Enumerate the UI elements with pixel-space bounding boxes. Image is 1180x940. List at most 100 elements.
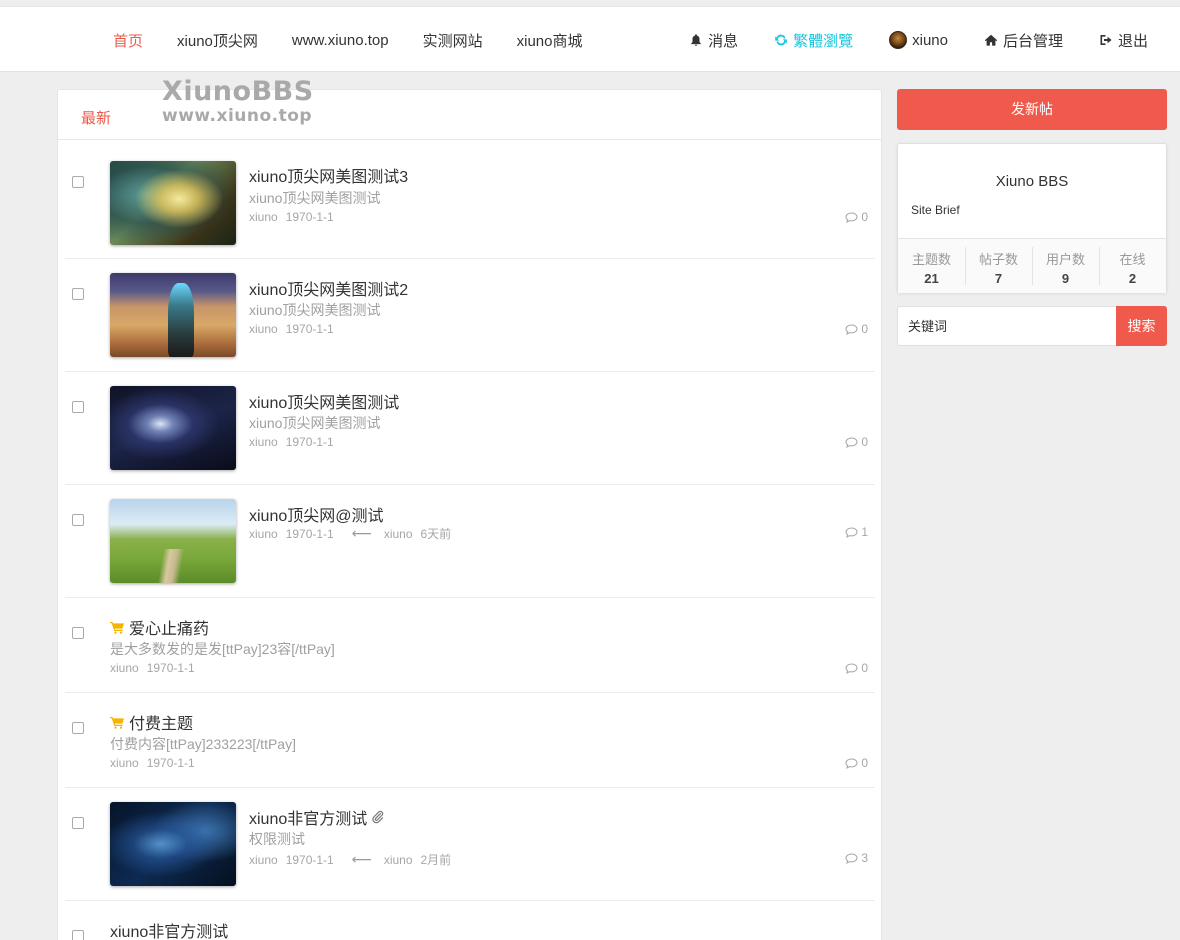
nav-home[interactable]: 首页 (96, 30, 160, 51)
thread-item[interactable]: 爱心止痛药 是大多数发的是发[ttPay]23容[/ttPay] xiuno 1… (65, 598, 875, 693)
thread-date: 1970-1-1 (285, 526, 334, 541)
attachment-paperclip-icon (372, 810, 384, 824)
thread-checkbox[interactable] (72, 176, 84, 188)
thread-date: 1970-1-1 (285, 210, 334, 224)
site-name: Xiuno BBS (995, 173, 1069, 190)
search-button[interactable]: 搜索 (1116, 306, 1167, 346)
thread-thumbnail[interactable] (110, 273, 236, 357)
thread-title[interactable]: 爱心止痛药 (110, 615, 209, 639)
thread-item[interactable]: 付费主题 付费内容[ttPay]233223[/ttPay] xiuno 197… (65, 693, 875, 788)
thread-title[interactable]: xiuno非官方测试 (249, 805, 385, 829)
thread-item[interactable]: xiuno顶尖网美图测试2 xiuno顶尖网美图测试 xiuno 1970-1-… (65, 259, 875, 372)
comment-icon (845, 662, 858, 674)
thread-checkbox[interactable] (72, 401, 84, 413)
thread-thumbnail[interactable] (110, 499, 236, 583)
thread-date: 1970-1-1 (146, 661, 195, 675)
sign-out-icon (1100, 35, 1112, 45)
thread-item[interactable]: xiuno非官方测试 (65, 901, 875, 940)
thread-item[interactable]: xiuno顶尖网@测试 xiuno 1970-1-1 ⟵ xiuno 6天前 1 (65, 485, 875, 598)
thread-title[interactable]: xiuno顶尖网@测试 (249, 502, 384, 526)
thread-brief: xiuno顶尖网美图测试 (249, 190, 381, 206)
stat-posts: 帖子数 7 (965, 239, 1032, 293)
thread-last-user[interactable]: xiuno (384, 853, 413, 867)
thread-last-time: 2月前 (420, 853, 452, 867)
nav-test-site[interactable]: 实测网站 (406, 30, 500, 51)
thread-date: 1970-1-1 (285, 322, 334, 336)
thread-meta: xiuno 1970-1-1 (249, 210, 334, 224)
thread-author[interactable]: xiuno (249, 527, 278, 541)
nav-messages[interactable]: 消息 (671, 30, 756, 51)
nav-admin[interactable]: 后台管理 (966, 30, 1081, 51)
thread-meta: xiuno 1970-1-1 (249, 322, 334, 336)
thread-thumbnail[interactable] (110, 161, 236, 245)
watermark-url: www.xiuno.top (162, 106, 313, 126)
thread-thumbnail[interactable] (110, 802, 236, 886)
comment-icon (845, 436, 858, 448)
thread-meta: xiuno 1970-1-1 ⟵ xiuno 2月前 (249, 851, 451, 868)
thread-author[interactable]: xiuno (249, 853, 278, 867)
last-reply-arrow-icon: ⟵ (351, 851, 372, 867)
thread-title[interactable]: xiuno顶尖网美图测试2 (249, 276, 408, 300)
stat-users: 用户数 9 (1032, 239, 1099, 293)
thread-meta: xiuno 1970-1-1 (110, 756, 195, 770)
thread-brief: xiuno顶尖网美图测试 (249, 415, 381, 431)
thread-checkbox[interactable] (72, 288, 84, 300)
thread-item[interactable]: xiuno顶尖网美图测试 xiuno顶尖网美图测试 xiuno 1970-1-1… (65, 372, 875, 485)
thread-meta: xiuno 1970-1-1 (110, 661, 195, 675)
thread-meta: xiuno 1970-1-1 (249, 435, 334, 449)
last-reply-arrow-icon: ⟵ (351, 525, 372, 541)
shopping-cart-icon (110, 716, 124, 729)
nav-xiuno-top[interactable]: xiuno顶尖网 (160, 30, 275, 51)
thread-author[interactable]: xiuno (110, 756, 139, 770)
thread-title[interactable]: xiuno非官方测试 (110, 918, 228, 940)
thread-last-time: 6天前 (420, 527, 452, 541)
site-stats: 主题数 21 帖子数 7 用户数 9 在线 2 (898, 238, 1166, 293)
thread-brief: xiuno顶尖网美图测试 (249, 302, 381, 318)
thread-replies: 0 (845, 210, 868, 224)
navbar: 首页 xiuno顶尖网 www.xiuno.top 实测网站 xiuno商城 消… (0, 6, 1180, 72)
search-input[interactable] (897, 306, 1116, 346)
thread-author[interactable]: xiuno (249, 210, 278, 224)
tab-latest[interactable]: 最新 (81, 107, 111, 128)
thread-title[interactable]: xiuno顶尖网美图测试 (249, 389, 399, 413)
thread-item[interactable]: xiuno顶尖网美图测试3 xiuno顶尖网美图测试 xiuno 1970-1-… (65, 140, 875, 259)
nav-www-xiuno-top[interactable]: www.xiuno.top (275, 32, 406, 49)
search-form: 搜索 (897, 306, 1167, 346)
nav-logout[interactable]: 退出 (1081, 30, 1166, 51)
nav-user[interactable]: xiuno (871, 31, 966, 49)
comment-icon (845, 852, 858, 864)
stat-online: 在线 2 (1099, 239, 1166, 293)
thread-author[interactable]: xiuno (249, 322, 278, 336)
thread-checkbox[interactable] (72, 722, 84, 734)
thread-replies: 0 (845, 435, 868, 449)
thread-checkbox[interactable] (72, 817, 84, 829)
nav-xiuno-mall[interactable]: xiuno商城 (500, 30, 600, 51)
thread-checkbox[interactable] (72, 514, 84, 526)
thread-item[interactable]: xiuno非官方测试 权限测试 xiuno 1970-1-1 ⟵ xiuno 2… (65, 788, 875, 901)
nav-traditional-chinese[interactable]: 繁體瀏覽 (756, 30, 871, 51)
thread-title[interactable]: 付费主题 (110, 710, 193, 734)
thread-title[interactable]: xiuno顶尖网美图测试3 (249, 163, 408, 187)
new-post-button[interactable]: 发新帖 (897, 89, 1167, 130)
comment-icon (845, 323, 858, 335)
thread-author[interactable]: xiuno (110, 661, 139, 675)
nav-logout-label: 退出 (1117, 32, 1148, 50)
thread-brief: 权限测试 (249, 831, 305, 847)
thread-brief: 付费内容[ttPay]233223[/ttPay] (110, 736, 296, 752)
thread-last-user[interactable]: xiuno (384, 527, 413, 541)
watermark-title: XiunoBBS (162, 76, 314, 107)
nav-traditional-label: 繁體瀏覽 (793, 32, 854, 50)
thread-checkbox[interactable] (72, 930, 84, 940)
thread-author[interactable]: xiuno (249, 435, 278, 449)
thread-brief: 是大多数发的是发[ttPay]23容[/ttPay] (110, 641, 335, 657)
thread-thumbnail[interactable] (110, 386, 236, 470)
thread-checkbox[interactable] (72, 627, 84, 639)
thread-list-card: 最新 xiuno顶尖网美图测试3 xiuno顶尖网美图测试 xiuno 1970… (57, 89, 882, 940)
site-brief: Site Brief (911, 203, 960, 217)
thread-replies: 1 (845, 525, 868, 539)
nav-right: 消息 繁體瀏覽 xiuno 后台管理 退出 (671, 7, 1166, 73)
thread-date: 1970-1-1 (146, 756, 195, 770)
comment-icon (845, 526, 858, 538)
comment-icon (845, 211, 858, 223)
avatar (889, 31, 908, 49)
